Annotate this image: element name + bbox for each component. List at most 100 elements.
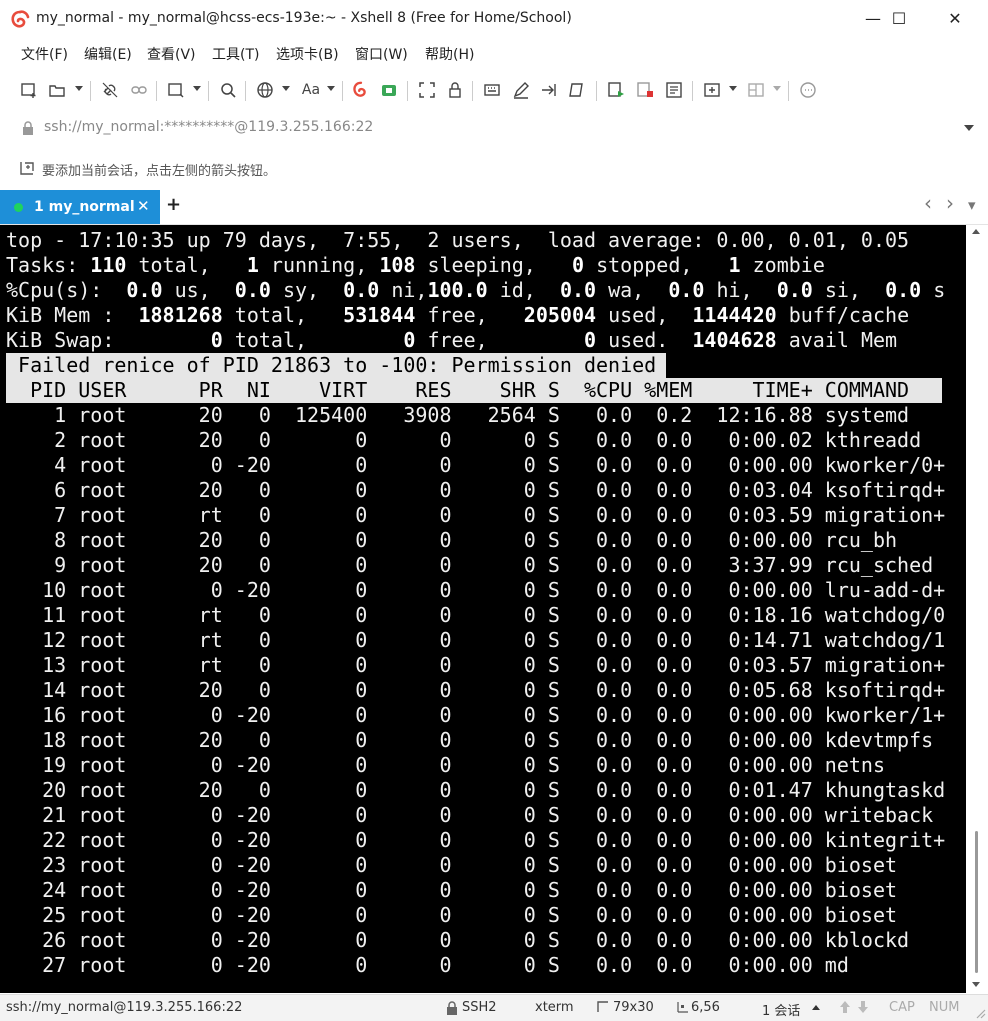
link-icon[interactable]: [128, 79, 150, 101]
process-row: 26 root 0 -20 0 0 0 S 0.0 0.0 0:00.00 kb…: [6, 928, 910, 952]
font-dropdown-icon[interactable]: [327, 86, 335, 91]
tab-prev-icon[interactable]: ‹: [924, 191, 932, 215]
tab-label: 1 my_normal: [34, 199, 135, 215]
xshell-logo-icon: [11, 10, 30, 28]
open-folder-icon[interactable]: [46, 79, 68, 101]
menu-help[interactable]: 帮助(H): [425, 44, 474, 64]
scroll-down-icon[interactable]: [972, 982, 980, 987]
menu-view[interactable]: 查看(V): [147, 44, 196, 64]
tasks-line: Tasks: 110 total, 1 running, 108 sleepin…: [6, 253, 825, 277]
lock-icon: [447, 1001, 457, 1015]
toolbar: Aa: [0, 72, 988, 108]
xftp-icon[interactable]: [378, 79, 400, 101]
address-input[interactable]: ssh://my_normal:**********@119.3.255.166…: [44, 119, 373, 135]
process-row: 6 root 20 0 0 0 0 S 0.0 0.0 0:03.04 ksof…: [6, 478, 946, 502]
terminal[interactable]: top - 17:10:35 up 79 days, 7:55, 2 users…: [0, 225, 966, 993]
process-row: 8 root 20 0 0 0 0 S 0.0 0.0 0:00.00 rcu_…: [6, 528, 898, 552]
toolbar-divider: [472, 81, 473, 101]
add-session-arrow-icon[interactable]: [18, 159, 36, 177]
chat-icon[interactable]: [797, 79, 819, 101]
address-bar[interactable]: ssh://my_normal:**********@119.3.255.166…: [8, 113, 980, 143]
new-session-icon[interactable]: [18, 79, 40, 101]
add-tab-button[interactable]: +: [166, 194, 181, 215]
tab-my-normal[interactable]: 1 my_normal ✕: [0, 190, 160, 224]
new-tab-dropdown-icon[interactable]: [729, 86, 737, 91]
tab-close-icon[interactable]: ✕: [137, 197, 150, 215]
process-row: 1 root 20 0 125400 3908 2564 S 0.0 0.2 1…: [6, 403, 910, 427]
tab-next-icon[interactable]: ›: [946, 191, 954, 215]
layout-icon[interactable]: [745, 79, 767, 101]
process-row: 18 root 20 0 0 0 0 S 0.0 0.0 0:00.00 kde…: [6, 728, 934, 752]
tab-bar: 1 my_normal ✕ + ‹ › ▾: [0, 188, 988, 225]
mem-line: KiB Mem : 1881268 total, 531844 free, 20…: [6, 303, 910, 327]
menu-tools[interactable]: 工具(T): [212, 44, 259, 64]
process-row: 21 root 0 -20 0 0 0 S 0.0 0.0 0:00.00 wr…: [6, 803, 934, 827]
top-summary-line: top - 17:10:35 up 79 days, 7:55, 2 users…: [6, 228, 910, 252]
process-row: 24 root 0 -20 0 0 0 S 0.0 0.0 0:00.00 bi…: [6, 878, 898, 902]
toolbar-divider: [407, 81, 408, 101]
process-row: 9 root 20 0 0 0 0 S 0.0 0.0 3:37.99 rcu_…: [6, 553, 934, 577]
terminal-scrollbar[interactable]: [966, 225, 988, 993]
search-icon[interactable]: [217, 79, 239, 101]
address-dropdown-icon[interactable]: [964, 125, 974, 131]
process-row: 11 root rt 0 0 0 0 S 0.0 0.0 0:18.16 wat…: [6, 603, 946, 627]
process-row: 19 root 0 -20 0 0 0 S 0.0 0.0 0:00.00 ne…: [6, 753, 885, 777]
menu-edit[interactable]: 编辑(E): [84, 44, 132, 64]
process-row: 20 root 20 0 0 0 0 S 0.0 0.0 0:01.47 khu…: [6, 778, 946, 802]
maximize-button[interactable]: ☐: [876, 0, 922, 38]
process-row: 7 root rt 0 0 0 0 S 0.0 0.0 0:03.59 migr…: [6, 503, 946, 527]
menu-window[interactable]: 窗口(W): [355, 44, 408, 64]
toolbar-divider: [90, 81, 91, 101]
toolbar-divider: [342, 81, 343, 101]
menu-tabs[interactable]: 选项卡(B): [276, 44, 339, 64]
new-window-dropdown-icon[interactable]: [193, 86, 201, 91]
tab-list-icon[interactable]: ▾: [968, 196, 976, 214]
layout-dropdown-icon[interactable]: [773, 86, 781, 91]
menu-file[interactable]: 文件(F): [21, 44, 68, 64]
notes-icon[interactable]: [663, 79, 685, 101]
compose-icon[interactable]: [566, 79, 588, 101]
new-window-icon[interactable]: [165, 79, 187, 101]
xshell-logo-icon[interactable]: [350, 79, 372, 101]
status-protocol: SSH2: [462, 1000, 497, 1015]
script-edit-icon[interactable]: [510, 79, 532, 101]
process-row: 16 root 0 -20 0 0 0 S 0.0 0.0 0:00.00 kw…: [6, 703, 946, 727]
toolbar-divider: [596, 81, 597, 101]
process-table-header: PID USER PR NI VIRT RES SHR S %CPU %MEM …: [6, 378, 966, 402]
session-up-icon[interactable]: [812, 1005, 820, 1010]
swap-line: KiB Swap: 0 total, 0 free, 0 used. 14046…: [6, 328, 898, 352]
process-row: 25 root 0 -20 0 0 0 S 0.0 0.0 0:00.00 bi…: [6, 903, 898, 927]
font-icon[interactable]: Aa: [298, 79, 324, 101]
status-connection: ssh://my_normal@119.3.255.166:22: [6, 1000, 243, 1015]
cursor-position-icon: [677, 1002, 688, 1013]
terminal-size-icon: [597, 1001, 608, 1012]
toolbar-divider: [245, 81, 246, 101]
fullscreen-icon[interactable]: [416, 79, 438, 101]
encoding-dropdown-icon[interactable]: [282, 86, 290, 91]
new-tab-icon[interactable]: [701, 79, 723, 101]
close-button[interactable]: ✕: [932, 0, 978, 38]
status-session-count[interactable]: 1 会话: [762, 1000, 800, 1019]
scroll-thumb[interactable]: [975, 831, 978, 973]
process-row: 12 root rt 0 0 0 0 S 0.0 0.0 0:14.71 wat…: [6, 628, 946, 652]
keyboard-icon[interactable]: [481, 79, 503, 101]
globe-icon[interactable]: [254, 79, 276, 101]
cpu-line: %Cpu(s): 0.0 us, 0.0 sy, 0.0 ni,100.0 id…: [6, 278, 946, 302]
process-row: 22 root 0 -20 0 0 0 S 0.0 0.0 0:00.00 ki…: [6, 828, 946, 852]
menu-bar: 文件(F) 编辑(E) 查看(V) 工具(T) 选项卡(B) 窗口(W) 帮助(…: [0, 38, 988, 68]
disconnect-icon[interactable]: [99, 79, 121, 101]
status-bar: ssh://my_normal@119.3.255.166:22 SSH2 xt…: [0, 994, 988, 1021]
renice-error-message: Failed renice of PID 21863 to -100: Perm…: [6, 353, 669, 377]
lock-icon: [23, 121, 33, 135]
transfer-icon[interactable]: [538, 79, 560, 101]
open-dropdown-icon[interactable]: [75, 86, 83, 91]
lock-icon[interactable]: [444, 79, 466, 101]
resize-grip-icon[interactable]: [974, 1007, 986, 1019]
run-script-icon[interactable]: [605, 79, 627, 101]
stop-script-icon[interactable]: [634, 79, 656, 101]
status-terminal-size: 79x30: [613, 1000, 654, 1015]
scroll-up-icon[interactable]: [972, 229, 980, 234]
status-terminal-type: xterm: [535, 1000, 574, 1015]
process-row: 13 root rt 0 0 0 0 S 0.0 0.0 0:03.57 mig…: [6, 653, 946, 677]
toolbar-divider: [208, 81, 209, 101]
